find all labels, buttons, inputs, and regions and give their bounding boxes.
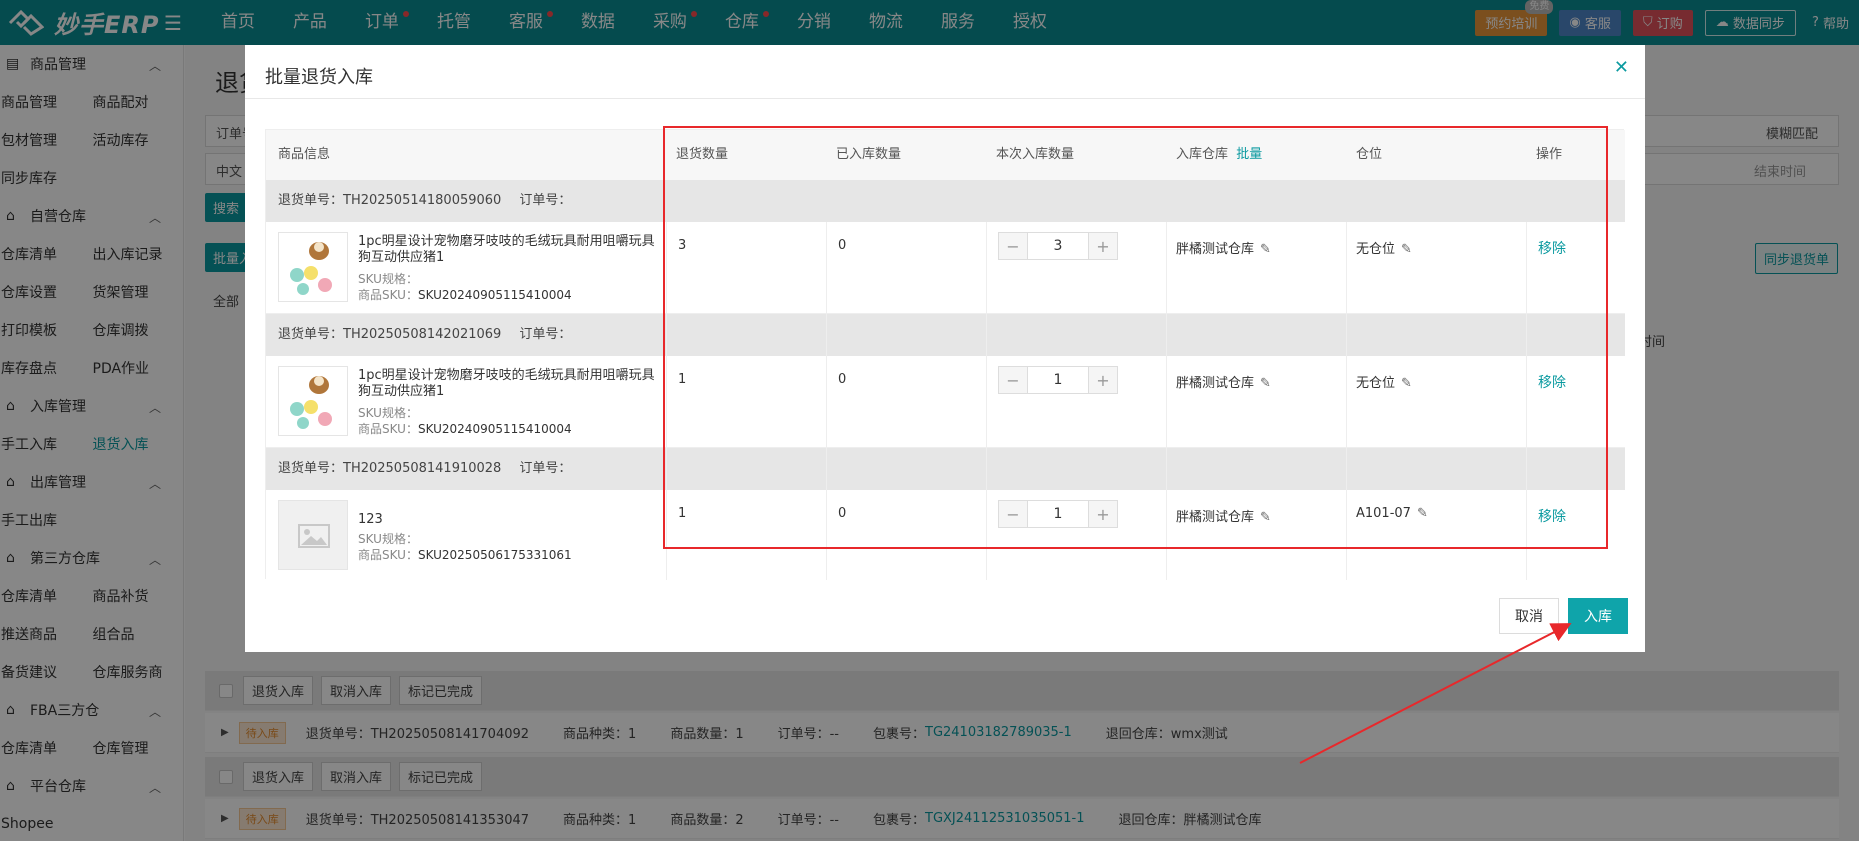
- plus-icon[interactable]: +: [1089, 367, 1117, 393]
- image-placeholder-icon: [278, 500, 348, 570]
- product-name: 1pc明星设计宠物磨牙吱吱的毛绒玩具耐用咀嚼玩具狗互动供应猪1: [358, 234, 655, 265]
- table-row: 123 SKU规格： 商品SKU：SKU20250506175331061 1 …: [266, 490, 1625, 582]
- return-group-header: 退货单号：TH20250508141910028 订单号：: [266, 448, 1625, 490]
- edit-icon[interactable]: ✎: [1401, 242, 1412, 257]
- plus-icon[interactable]: +: [1089, 233, 1117, 259]
- product-sku: 商品SKU：SKU20250506175331061: [358, 548, 572, 562]
- divider: [1346, 222, 1347, 580]
- edit-icon[interactable]: ✎: [1401, 376, 1412, 391]
- location-cell[interactable]: 无仓位 ✎: [1356, 238, 1412, 257]
- table-row: 1pc明星设计宠物磨牙吱吱的毛绒玩具耐用咀嚼玩具狗互动供应猪1 SKU规格： 商…: [266, 222, 1625, 314]
- quantity-value[interactable]: 1: [1027, 501, 1089, 527]
- quantity-value[interactable]: 3: [1027, 233, 1089, 259]
- batch-warehouse-link[interactable]: 批量: [1236, 147, 1262, 162]
- confirm-inbound-button[interactable]: 入库: [1568, 598, 1628, 634]
- return-qty: 1: [678, 506, 687, 521]
- batch-return-modal: 批量退货入库 ✕ 商品信息 退货数量 已入库数量 本次入库数量 入库仓库 批量 …: [245, 45, 1645, 652]
- warehouse-cell[interactable]: 胖橘测试仓库 ✎: [1176, 506, 1271, 525]
- table-header: [266, 130, 1625, 180]
- divider: [986, 222, 987, 580]
- product-name: 1pc明星设计宠物磨牙吱吱的毛绒玩具耐用咀嚼玩具狗互动供应猪1: [358, 368, 655, 399]
- close-icon[interactable]: ✕: [1614, 57, 1629, 78]
- remove-link[interactable]: 移除: [1538, 238, 1566, 258]
- return-group-header: 退货单号：TH20250514180059060 订单号：: [266, 180, 1625, 222]
- divider: [245, 98, 1645, 99]
- col-product-info: 商品信息: [278, 147, 331, 162]
- sku-spec: SKU规格：: [358, 272, 418, 286]
- sku-spec: SKU规格：: [358, 532, 418, 546]
- quantity-stepper[interactable]: − 1 +: [998, 366, 1118, 394]
- table-row: 1pc明星设计宠物磨牙吱吱的毛绒玩具耐用咀嚼玩具狗互动供应猪1 SKU规格： 商…: [266, 356, 1625, 448]
- inbound-qty: 0: [838, 372, 847, 387]
- quantity-value[interactable]: 1: [1027, 367, 1089, 393]
- divider: [1166, 222, 1167, 580]
- warehouse-cell[interactable]: 胖橘测试仓库 ✎: [1176, 238, 1271, 257]
- return-qty: 1: [678, 372, 687, 387]
- warehouse-cell[interactable]: 胖橘测试仓库 ✎: [1176, 372, 1271, 391]
- quantity-stepper[interactable]: − 1 +: [998, 500, 1118, 528]
- remove-link[interactable]: 移除: [1538, 506, 1566, 526]
- product-sku: 商品SKU：SKU20240905115410004: [358, 288, 572, 302]
- edit-icon[interactable]: ✎: [1417, 506, 1428, 521]
- return-qty: 3: [678, 238, 687, 253]
- col-return-qty: 退货数量: [676, 147, 729, 162]
- cancel-button[interactable]: 取消: [1499, 598, 1559, 634]
- divider: [1526, 222, 1527, 580]
- edit-icon[interactable]: ✎: [1260, 242, 1271, 257]
- minus-icon[interactable]: −: [999, 233, 1027, 259]
- product-sku: 商品SKU：SKU20240905115410004: [358, 422, 572, 436]
- col-location: 仓位: [1356, 147, 1383, 162]
- product-image: [278, 366, 348, 436]
- divider: [666, 222, 667, 580]
- minus-icon[interactable]: −: [999, 501, 1027, 527]
- col-warehouse: 入库仓库 批量: [1176, 147, 1263, 162]
- edit-icon[interactable]: ✎: [1260, 376, 1271, 391]
- inbound-qty: 0: [838, 238, 847, 253]
- location-cell[interactable]: 无仓位 ✎: [1356, 372, 1412, 391]
- location-cell[interactable]: A101-07 ✎: [1356, 506, 1428, 521]
- product-image: [278, 232, 348, 302]
- return-group-header: 退货单号：TH20250508142021069 订单号：: [266, 314, 1625, 356]
- remove-link[interactable]: 移除: [1538, 372, 1566, 392]
- plus-icon[interactable]: +: [1089, 501, 1117, 527]
- product-name: 123: [358, 512, 383, 527]
- modal-title: 批量退货入库: [265, 67, 373, 88]
- inbound-qty: 0: [838, 506, 847, 521]
- col-this-qty: 本次入库数量: [996, 147, 1075, 162]
- return-items-table: 商品信息 退货数量 已入库数量 本次入库数量 入库仓库 批量 仓位 操作 退货单…: [265, 129, 1625, 582]
- col-inbound-qty: 已入库数量: [836, 147, 902, 162]
- edit-icon[interactable]: ✎: [1260, 510, 1271, 525]
- divider: [826, 222, 827, 580]
- minus-icon[interactable]: −: [999, 367, 1027, 393]
- quantity-stepper[interactable]: − 3 +: [998, 232, 1118, 260]
- sku-spec: SKU规格：: [358, 406, 418, 420]
- col-operation: 操作: [1536, 147, 1563, 162]
